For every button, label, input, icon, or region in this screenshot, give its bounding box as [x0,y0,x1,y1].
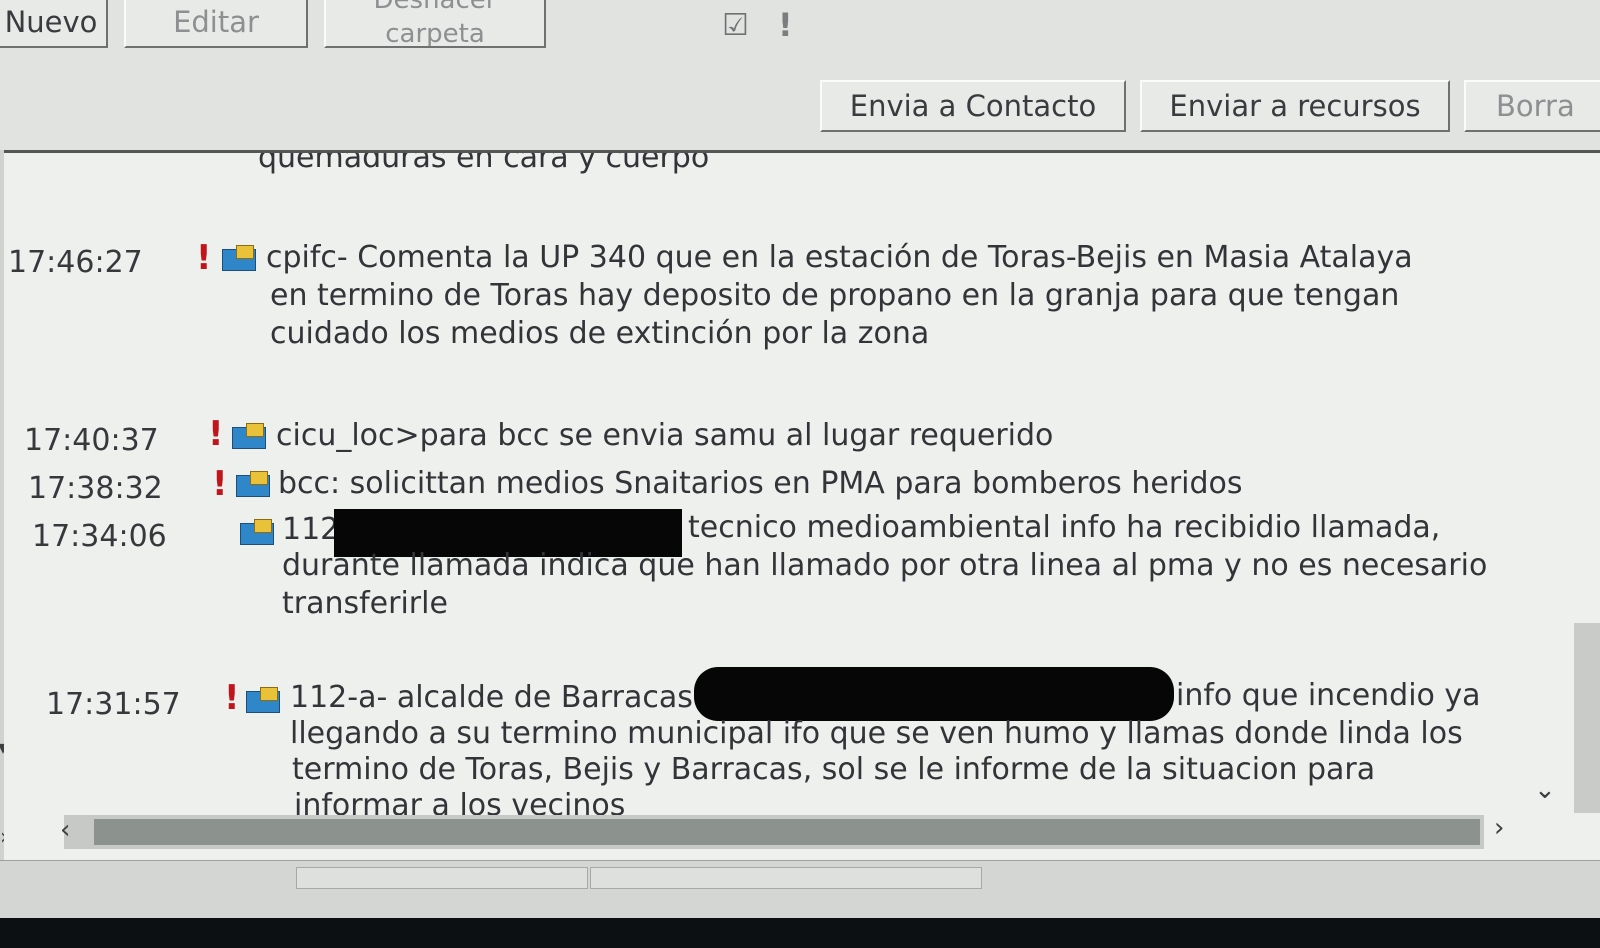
folder-note-icon [246,687,280,713]
horizontal-scrollbar-thumb[interactable] [94,819,1480,845]
message-text: info que incendio ya [1176,678,1481,713]
message-text: quemaduras en cara y cuerpo [258,153,710,175]
deshacer-label-line2: carpeta [385,19,485,48]
deshacer-label-line1: Deshacer [373,0,497,15]
message-prefix: 112-a- alcalde de Barracas [290,680,693,715]
message-log-panel: quemaduras en cara y cuerpo 17:46:27 ! c… [4,150,1600,860]
monitor-bezel [0,918,1600,948]
folder-note-icon [232,423,266,449]
horizontal-scrollbar[interactable] [64,815,1484,849]
message-text: llegando a su termino municipal ifo que … [290,716,1463,751]
importance-icon[interactable]: ! [778,6,793,44]
message-text: cicu_loc>para bcc se envia samu al lugar… [276,418,1054,453]
envia-a-contacto-button[interactable]: Envia a Contacto [820,80,1126,132]
status-segment [590,867,982,889]
folder-note-icon [236,471,270,497]
message-prefix: 112 [282,512,340,547]
message-time: 17:31:57 [46,687,181,722]
checkbox-flag-icon[interactable]: ☑ [722,8,749,43]
status-segment [296,867,588,889]
message-text: en termino de Toras hay deposito de prop… [270,278,1400,313]
editar-button[interactable]: Editar [124,0,308,48]
scroll-left-icon[interactable]: ‹ [60,815,70,845]
message-time: 17:40:37 [24,423,159,458]
folder-note-icon [222,245,256,271]
status-bar [0,860,1600,921]
scroll-right-icon[interactable]: › [1494,813,1504,843]
toolbar: Nuevo Editar Deshacer carpeta ☑ ! Envia … [0,0,1600,150]
vertical-scrollbar[interactable] [1574,623,1600,813]
message-time: 17:46:27 [8,245,143,280]
message-text: bcc: solicittan medios Snaitarios en PMA… [278,466,1243,501]
message-time: 17:34:06 [32,519,167,554]
borrar-button[interactable]: Borra [1464,80,1600,132]
enviar-a-recursos-button[interactable]: Enviar a recursos [1140,80,1450,132]
folder-note-icon [240,519,274,545]
high-priority-icon: ! [212,464,228,504]
message-time: 17:38:32 [28,471,163,506]
high-priority-icon: ! [224,678,240,718]
high-priority-icon: ! [208,414,224,454]
message-text: cuidado los medios de extinción por la z… [270,316,930,351]
message-text: tecnico medioambiental info ha recibidio… [688,510,1441,545]
message-text: durante llamada indica que han llamado p… [282,548,1488,583]
message-text: cpifc- Comenta la UP 340 que en la estac… [266,240,1413,275]
redaction-scribble [694,667,1174,721]
message-text: transferirle [282,586,448,621]
message-list: quemaduras en cara y cuerpo 17:46:27 ! c… [4,153,1574,833]
nuevo-button[interactable]: Nuevo [0,0,108,48]
scroll-down-icon[interactable]: ⌄ [1534,775,1556,805]
high-priority-icon: ! [196,238,212,278]
message-text: termino de Toras, Bejis y Barracas, sol … [292,752,1376,787]
deshacer-carpeta-button[interactable]: Deshacer carpeta [324,0,546,48]
